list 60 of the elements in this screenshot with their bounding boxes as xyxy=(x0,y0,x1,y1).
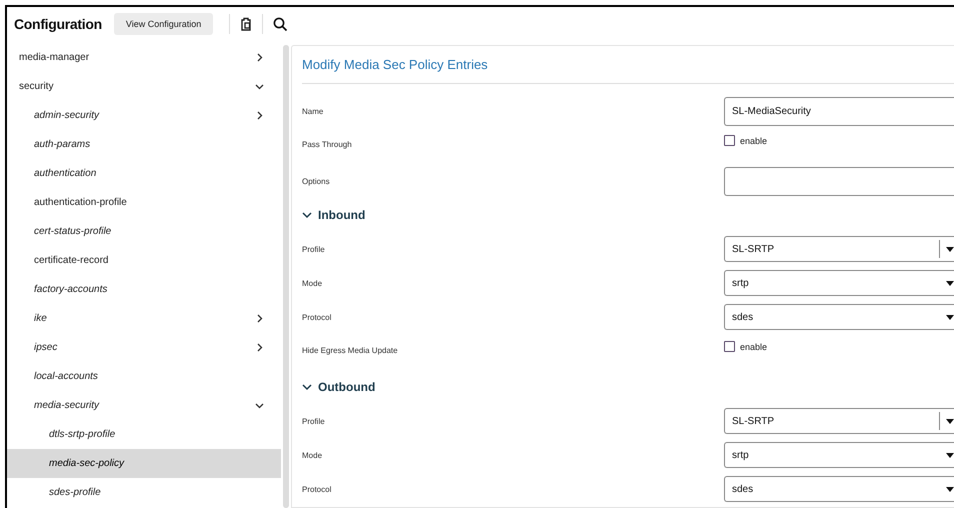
dropdown-caret-icon[interactable] xyxy=(946,246,954,252)
tree-item[interactable]: ike xyxy=(7,304,281,333)
field-label: Profile xyxy=(302,244,325,254)
select-field[interactable]: srtp xyxy=(724,442,954,468)
tree-item[interactable]: authentication-profile xyxy=(7,188,281,217)
checkbox[interactable] xyxy=(724,135,735,146)
form-title: Modify Media Sec Policy Entries xyxy=(302,56,489,74)
text-field[interactable]: SL-MediaSecurity xyxy=(724,96,954,126)
chevron-down-icon[interactable] xyxy=(255,401,264,410)
tree-item[interactable]: dtls-srtp-profile xyxy=(7,420,281,449)
checkbox-label: enable xyxy=(740,342,768,352)
field-label: Protocol xyxy=(302,484,332,494)
tree-item[interactable]: factory-accounts xyxy=(7,275,281,304)
tree-item[interactable]: media-sec-policy xyxy=(7,449,281,478)
checkbox[interactable] xyxy=(724,341,735,352)
clipboard-icon[interactable] xyxy=(240,17,252,31)
field-label: Hide Egress Media Update xyxy=(302,346,398,355)
tree-item[interactable]: cert-status-profile xyxy=(7,217,281,246)
scrollbar[interactable] xyxy=(283,45,289,508)
chevron-right-icon[interactable] xyxy=(255,314,264,323)
chevron-right-icon[interactable] xyxy=(255,343,264,352)
tree-item[interactable]: ipsec xyxy=(7,333,281,362)
tree-item[interactable]: local-accounts xyxy=(7,362,281,391)
tree-item[interactable]: media-manager xyxy=(7,43,281,72)
tree-item[interactable]: admin-security xyxy=(7,101,281,130)
field-label: Pass Through xyxy=(302,140,352,149)
section-toggle[interactable]: Inbound xyxy=(302,198,954,232)
select-field[interactable]: sdes xyxy=(724,476,954,502)
dropdown-caret-icon[interactable] xyxy=(946,314,954,320)
field-label: Options xyxy=(302,176,330,186)
field-label: Protocol xyxy=(302,312,332,322)
view-configuration-button[interactable]: View Configuration xyxy=(114,13,214,35)
select-field[interactable]: srtp xyxy=(724,270,954,296)
tree-item[interactable]: auth-params xyxy=(7,130,281,159)
dropdown-caret-icon[interactable] xyxy=(946,486,954,492)
field-label: Mode xyxy=(302,278,322,288)
chevron-down-icon[interactable] xyxy=(302,383,312,391)
tree-item[interactable]: authentication xyxy=(7,159,281,188)
select-field[interactable]: sdes xyxy=(724,304,954,330)
select-field[interactable]: SL-SRTP xyxy=(724,236,954,262)
chevron-down-icon[interactable] xyxy=(255,82,264,91)
select-field[interactable]: SL-SRTP xyxy=(724,408,954,434)
dropdown-caret-icon[interactable] xyxy=(946,280,954,286)
chevron-down-icon[interactable] xyxy=(302,211,312,219)
checkbox-label: enable xyxy=(740,136,768,146)
field-label: Mode xyxy=(302,450,322,460)
tree-item[interactable]: certificate-record xyxy=(7,246,281,275)
section-toggle[interactable]: Outbound xyxy=(302,370,954,404)
field-label: Profile xyxy=(302,416,325,426)
chevron-right-icon[interactable] xyxy=(255,53,264,62)
field-label: Name xyxy=(302,106,324,116)
chevron-right-icon[interactable] xyxy=(255,111,264,120)
tree-item[interactable]: media-security xyxy=(7,391,281,420)
search-icon[interactable] xyxy=(273,16,288,32)
tree-item[interactable]: security xyxy=(7,72,281,101)
text-field[interactable] xyxy=(724,166,954,196)
dropdown-caret-icon[interactable] xyxy=(946,452,954,458)
tree-item[interactable]: sdes-profile xyxy=(7,478,281,507)
dropdown-caret-icon[interactable] xyxy=(946,418,954,424)
page-title: Configuration xyxy=(14,16,102,32)
